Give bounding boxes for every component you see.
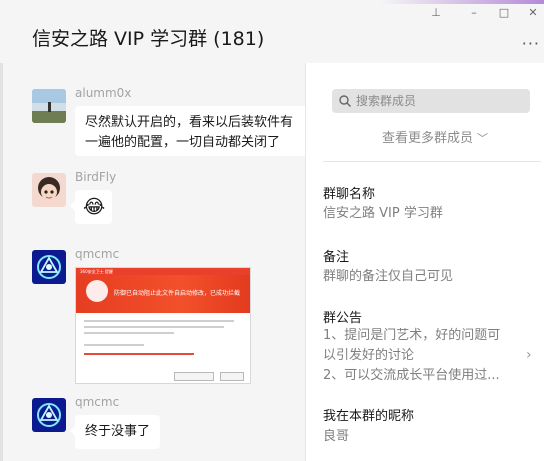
screenshot-text-line	[84, 320, 234, 322]
message-line: 一遍他的配置，一切自动都关闭了	[85, 135, 281, 150]
chevron-right-icon[interactable]: ›	[526, 347, 532, 363]
window-left-edge	[0, 63, 3, 461]
screenshot-ok-button	[220, 372, 244, 381]
maximize-button[interactable]: □	[497, 6, 511, 20]
screenshot-file-path	[84, 353, 194, 355]
my-nickname-value[interactable]: 良哥	[323, 427, 349, 447]
group-name-title: 群聊名称	[323, 187, 376, 202]
view-more-members-link[interactable]: 查看更多群成员 ﹀	[382, 127, 488, 146]
sender-name: qmcmc	[75, 395, 120, 409]
screenshot-text-line	[84, 332, 174, 334]
laughing-emoji: 😂	[83, 196, 106, 218]
search-icon	[339, 95, 351, 107]
title-bar-accent	[0, 0, 544, 4]
remark-value[interactable]: 群聊的备注仅自己可见	[323, 267, 453, 287]
chevron-down-icon: ﹀	[477, 132, 489, 145]
member-search-input[interactable]	[356, 89, 526, 113]
message-bubble[interactable]: 终于没事了	[69, 415, 161, 449]
chat-history[interactable]: alumm0x 尽然默认开启的，看来以后装软件有 一遍他的配置，一切自动都关闭了…	[0, 63, 305, 461]
screenshot-text-line	[84, 344, 144, 346]
more-options-button[interactable]: ···	[522, 36, 540, 52]
group-info-panel: 查看更多群成员﹀ 群聊名称 信安之路 VIP 学习群 备注 群聊的备注仅自己可见…	[305, 63, 544, 461]
screenshot-titlebar: 360安全卫士 提醒	[76, 268, 250, 275]
cartoon-avatar-icon	[38, 177, 60, 200]
arc-reactor-icon	[37, 255, 61, 279]
avatar[interactable]	[32, 173, 66, 207]
emoji-bubble[interactable]: 😂	[70, 190, 112, 224]
avatar[interactable]	[32, 250, 66, 284]
message-line: 尽然默认开启的，看来以后装软件有	[85, 115, 294, 130]
landscape-photo-icon	[32, 89, 66, 123]
announcement-title: 群公告	[323, 311, 363, 326]
group-name-value[interactable]: 信安之路 VIP 学习群	[323, 204, 443, 224]
member-search-box[interactable]	[332, 89, 530, 113]
sender-name: qmcmc	[75, 247, 120, 261]
screenshot-image[interactable]: 360安全卫士 提醒 防御已自动阻止此文件自启动修改，已成功拦截	[75, 267, 251, 384]
my-nickname-title: 我在本群的昵称	[323, 409, 415, 424]
remark-title: 备注	[323, 250, 350, 265]
title-bar: 信安之路 VIP 学习群 (181) ⊥ – □ ✕ ···	[0, 0, 544, 63]
view-more-label: 查看更多群成员	[382, 131, 474, 146]
shield-logo-icon	[86, 280, 108, 302]
arc-reactor-icon	[37, 403, 61, 427]
minimize-button[interactable]: –	[467, 6, 481, 20]
screenshot-text-line	[84, 326, 224, 328]
message-bubble[interactable]: 尽然默认开启的，看来以后装软件有 一遍他的配置，一切自动都关闭了	[75, 106, 305, 156]
pin-button[interactable]: ⊥	[429, 6, 443, 20]
announcement-line[interactable]: 以引发好的讨论	[323, 346, 414, 366]
announcement-line[interactable]: 1、提问是门艺术，好的问题可	[323, 326, 500, 346]
divider	[323, 161, 541, 162]
close-button[interactable]: ✕	[526, 6, 540, 20]
screenshot-titlebar-text: 360安全卫士 提醒	[80, 269, 113, 274]
avatar[interactable]	[32, 398, 66, 432]
announcement-line[interactable]: 2、可以交流成长平台使用过...	[323, 366, 500, 386]
chat-title: 信安之路 VIP 学习群 (181)	[32, 28, 265, 50]
avatar[interactable]	[32, 89, 66, 123]
screenshot-allow-button	[174, 372, 214, 381]
sender-name: alumm0x	[75, 86, 132, 100]
screenshot-heading: 防御已自动阻止此文件自启动修改，已成功拦截	[114, 290, 241, 297]
sender-name: BirdFly	[75, 170, 117, 184]
